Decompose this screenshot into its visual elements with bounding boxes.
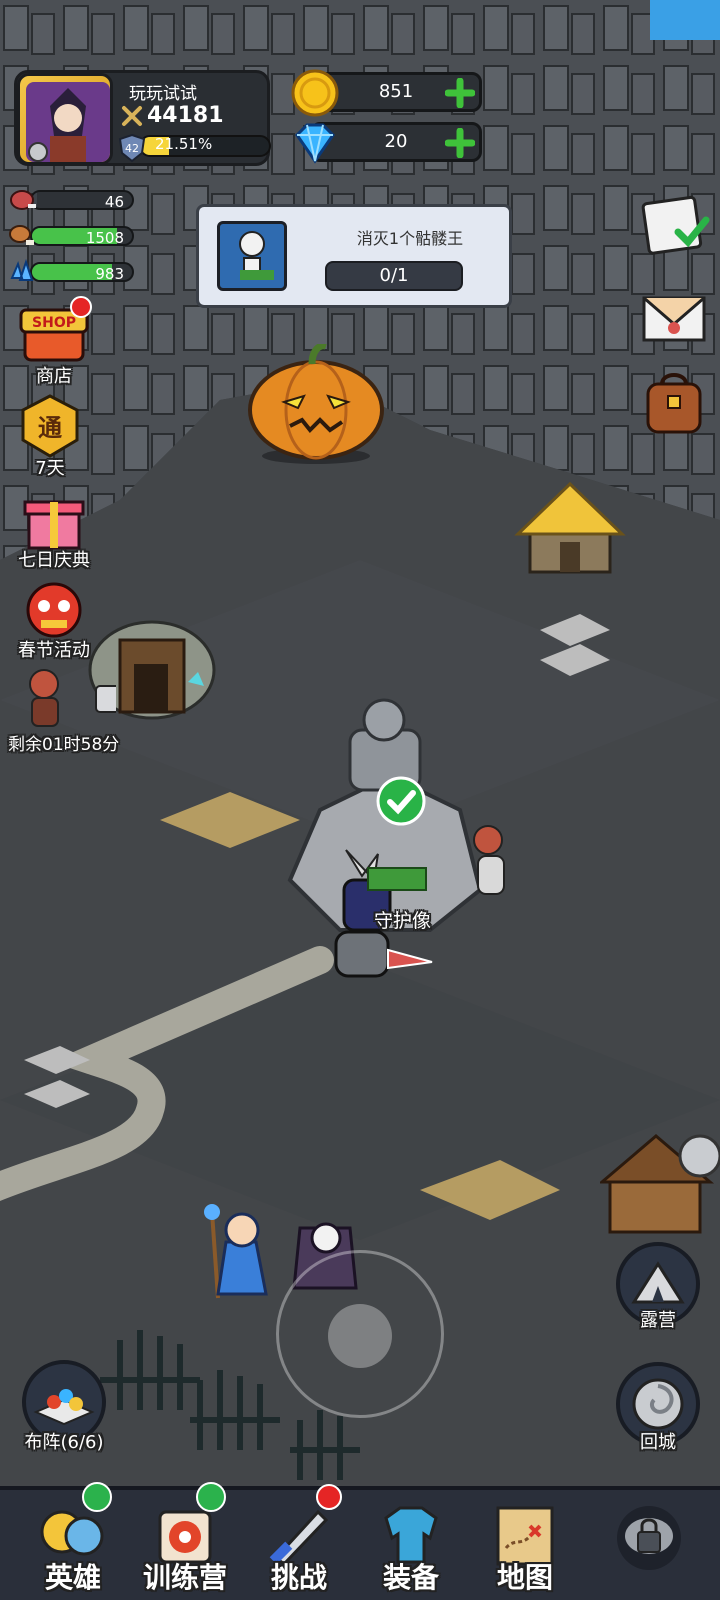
lion-dance-icon: [26, 582, 82, 638]
pass-label: 7天: [35, 458, 65, 479]
lock-icon: [617, 1506, 681, 1570]
gem-amount: 20: [384, 131, 408, 152]
crossed-swords-icon: [122, 106, 142, 126]
lumber-mill: [600, 1134, 720, 1234]
crystal-icon: [10, 258, 34, 281]
nav-challenge[interactable]: 挑战: [240, 1484, 358, 1600]
nav-hero[interactable]: 英雄: [14, 1482, 132, 1600]
player-name: 玩玩试试: [129, 84, 197, 104]
statue-check-icon[interactable]: [376, 776, 426, 826]
add-gold-button[interactable]: [445, 78, 475, 108]
nav-hero-label: 英雄: [44, 1561, 101, 1594]
bottom-navigation: 英雄 训练营 挑战 装备 地图: [0, 1482, 720, 1600]
add-gem-button[interactable]: [445, 128, 475, 158]
notification-dot: [70, 296, 92, 318]
celebration-label: 七日庆典: [18, 550, 90, 571]
resource-value: 46: [104, 193, 124, 210]
gift-box-icon: [23, 500, 85, 550]
resource-bar: 46: [30, 190, 134, 210]
quest-target-icon: [217, 221, 287, 291]
nav-training-label: 训练营: [142, 1561, 227, 1594]
quest-card[interactable]: 消灭1个骷髅王 0/1: [196, 204, 512, 308]
resource-meat: 46: [8, 186, 134, 214]
upgrade-arrow-icon: [82, 1482, 112, 1512]
straw-hut: [514, 481, 626, 574]
archer-hero-icon: [29, 669, 131, 727]
level-shield-icon: 42: [118, 133, 146, 163]
pass-icon: 通: [21, 394, 79, 458]
pass-badge: 通: [38, 414, 62, 442]
formation-label: 布阵(6/6): [24, 1432, 104, 1453]
resource-value: 1508: [85, 229, 124, 246]
gold-amount: 851: [378, 81, 414, 102]
limited-event-button[interactable]: [16, 664, 131, 730]
hero-archer: [473, 825, 505, 895]
gold-counter: 851: [291, 69, 482, 117]
celebration-button[interactable]: 七日庆典: [6, 484, 102, 572]
resource-value: 983: [95, 265, 124, 282]
nav-challenge-label: 挑战: [270, 1561, 327, 1594]
festival-label: 春节活动: [18, 640, 90, 661]
meat-icon: [10, 190, 36, 210]
quest-title: 消灭1个骷髅王: [356, 229, 464, 248]
quest-progress: 0/1: [325, 261, 463, 291]
shop-label: 商店: [36, 366, 72, 387]
nav-equipment-label: 装备: [382, 1561, 439, 1594]
nav-map[interactable]: 地图: [466, 1490, 584, 1600]
nav-locked[interactable]: [590, 1490, 708, 1600]
notification-dot: [316, 1484, 342, 1510]
resource-crystal: 983: [8, 258, 134, 286]
nav-equipment[interactable]: 装备: [352, 1490, 470, 1600]
drumstick-icon: [9, 225, 34, 245]
joystick-knob[interactable]: [328, 1304, 392, 1368]
statue-label: 守护像: [374, 910, 432, 932]
nav-training[interactable]: 训练营: [126, 1482, 244, 1600]
resource-bar: 1508: [30, 226, 134, 246]
combat-power: 44181: [147, 103, 224, 128]
diamond-icon: [295, 123, 335, 164]
pass-button[interactable]: 通 7天: [2, 392, 98, 480]
return-city-label: 回城: [640, 1432, 676, 1453]
shop-button[interactable]: SHOP 商店: [6, 296, 102, 388]
nav-map-label: 地图: [496, 1561, 553, 1594]
player-avatar[interactable]: [17, 73, 113, 165]
festival-button[interactable]: 春节活动: [6, 574, 102, 662]
level-number: 42: [125, 142, 139, 155]
resource-drumstick: 1508: [8, 222, 134, 250]
avatar-portrait-icon: [26, 82, 110, 162]
upgrade-arrow-icon: [196, 1482, 226, 1512]
event-timer: 剩余01时58分: [8, 735, 120, 755]
skeleton-icon: [239, 231, 274, 280]
camp-label: 露营: [640, 1310, 676, 1331]
resource-bar: 983: [30, 262, 134, 282]
backpack-icon[interactable]: [638, 366, 710, 438]
player-panel[interactable]: 玩玩试试 44181 42 21.51%: [14, 70, 271, 166]
mail-icon[interactable]: [638, 280, 710, 352]
level-row: 42 21.51%: [117, 133, 271, 163]
hero-mage: [204, 1204, 268, 1299]
shop-badge: SHOP: [32, 315, 76, 331]
gold-coin-icon: [291, 69, 339, 117]
gem-counter: 20: [295, 122, 482, 164]
level-percent: 21.51%: [155, 135, 213, 153]
power-row: 44181: [121, 103, 271, 129]
task-checklist-icon[interactable]: [638, 190, 710, 262]
pumpkin-decoration: [248, 344, 384, 464]
